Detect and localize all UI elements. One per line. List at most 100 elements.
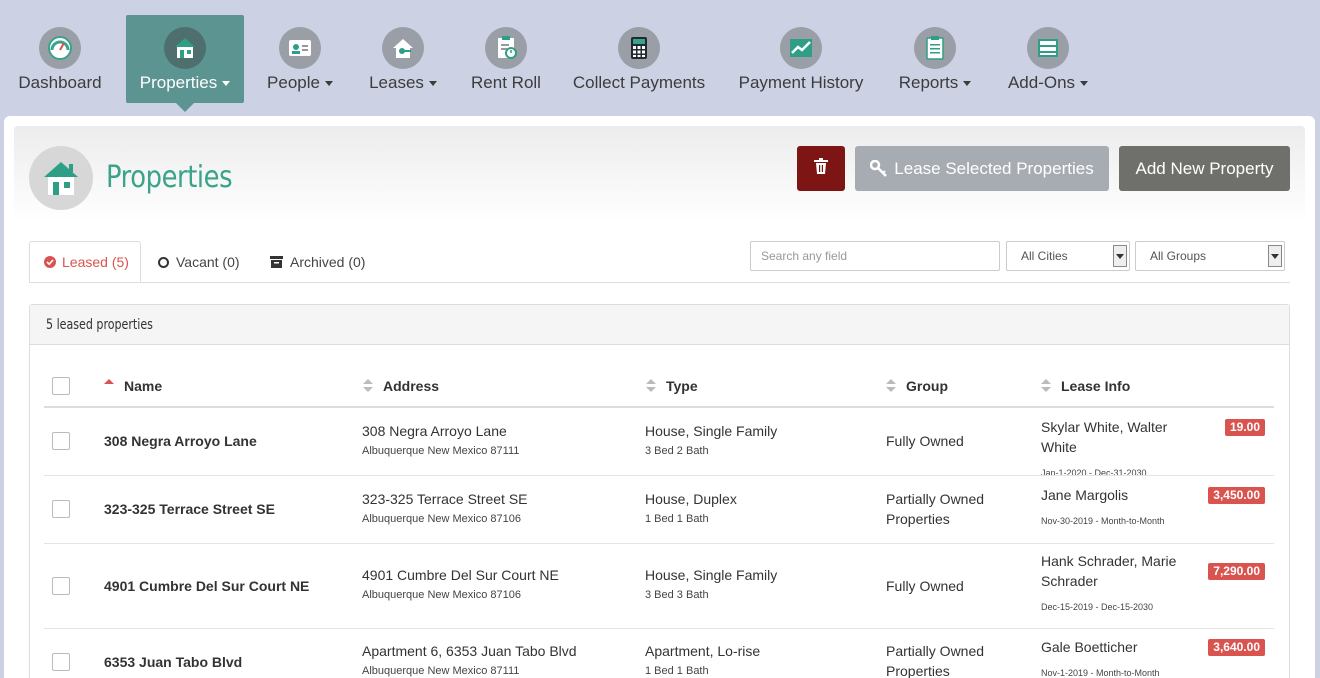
row-lease-info[interactable]: Skylar White, Walter White Jan-1-2020 - D… [1041,417,1206,483]
rent-badge: 19.00 [1224,419,1265,436]
chevron-down-icon [222,81,231,87]
column-header-label: Address [383,378,440,394]
group-select[interactable]: All Groups [1135,241,1285,271]
lease-tenants: Hank Schrader, Marie Schrader [1041,553,1177,589]
column-header-type[interactable]: Type [646,378,698,394]
circle-outline-icon [158,256,169,268]
chevron-down-icon [324,81,333,87]
row-checkbox[interactable] [52,653,70,671]
row-checkbox[interactable] [52,577,70,595]
row-name[interactable]: 323-325 Terrace Street SE [104,501,275,517]
sort-asc-icon [104,379,114,393]
delete-button[interactable] [797,146,845,191]
nav-dashboard[interactable]: Dashboard [10,15,110,103]
properties-table: 5 leased properties Name Address Type Gr… [29,304,1290,678]
address-city: Albuquerque New Mexico 87111 [362,445,520,457]
tab-archived[interactable]: Archived (0) [270,241,365,283]
sort-icon [1041,379,1051,393]
nav-collect-payments[interactable]: Collect Payments [568,15,710,103]
row-lease-info[interactable]: Gale Boetticher Nov-1-2019 - Month-to-Mon… [1041,637,1206,678]
row-group: Fully Owned [886,433,964,449]
page-title: Properties [106,160,233,195]
group-select-value: All Groups [1150,249,1207,263]
rent-badge: 3,450.00 [1208,487,1265,504]
add-new-property-button[interactable]: Add New Property [1119,146,1290,191]
row-lease-info[interactable]: Hank Schrader, Marie Schrader Dec-15-2019… [1041,551,1191,617]
nav-people[interactable]: People [260,15,340,103]
city-select[interactable]: All Cities [1006,241,1130,271]
column-header-label: Type [666,378,698,394]
nav-label: Collect Payments [572,73,706,92]
chevron-down-icon [1113,245,1127,267]
sort-icon [886,379,896,393]
column-header-address[interactable]: Address [363,378,439,394]
row-name[interactable]: 308 Negra Arroyo Lane [104,433,257,449]
column-header-name[interactable]: Name [104,378,162,394]
table-summary-text: 5 leased properties [46,317,153,333]
row-group: Partially Owned Properties [886,491,985,527]
lease-tenants: Gale Boetticher [1041,639,1138,655]
column-header-label: Lease Info [1061,378,1131,394]
row-type: Apartment, Lo-rise 1 Bed 1 Bath [645,643,760,677]
row-name[interactable]: 6353 Juan Tabo Blvd [104,654,242,670]
row-name[interactable]: 4901 Cumbre Del Sur Court NE [104,578,309,594]
nav-label: Properties [139,73,218,92]
column-header-label: Group [906,378,948,394]
key-icon [870,159,888,178]
column-header-lease-info[interactable]: Lease Info [1041,378,1130,394]
nav-leases[interactable]: Leases [362,15,444,103]
column-header-group[interactable]: Group [886,378,948,394]
select-all-checkbox[interactable] [52,377,70,395]
nav-label: Reports [898,73,959,92]
lease-dates: Jan-1-2020 - Dec-31-2030 [1041,468,1147,478]
row-checkbox[interactable] [52,500,70,518]
row-checkbox[interactable] [52,432,70,450]
tabs-divider [29,282,1290,283]
nav-properties[interactable]: Properties [126,15,244,112]
rooms-line: 3 Bed 2 Bath [645,445,709,457]
tab-vacant[interactable]: Vacant (0) [158,241,240,283]
nav-rent-roll[interactable]: Rent Roll [466,15,546,103]
address-line: 4901 Cumbre Del Sur Court NE [362,567,559,583]
address-city: Albuquerque New Mexico 87111 [362,665,520,677]
row-address: Apartment 6, 6353 Juan Tabo Blvd Albuquer… [362,643,577,677]
rent-badge: 3,640.00 [1208,639,1265,656]
house-icon [29,146,93,210]
row-type: House, Single Family 3 Bed 3 Bath [645,567,777,601]
chevron-down-icon [1080,81,1089,87]
main-nav: Dashboard Properties People Leases Rent … [0,0,1320,116]
table-summary: 5 leased properties [30,305,1289,345]
lease-selected-button[interactable]: Lease Selected Properties [855,146,1109,191]
tab-label: Vacant (0) [176,254,240,270]
tab-leased[interactable]: Leased (5) [29,241,141,283]
sort-icon [646,379,656,393]
tab-label: Leased (5) [62,254,129,270]
city-select-value: All Cities [1021,249,1068,263]
nav-reports[interactable]: Reports [892,15,978,103]
nav-add-ons[interactable]: Add-Ons [1000,15,1096,103]
type-line: House, Single Family [645,423,778,439]
nav-label: Payment History [738,73,864,92]
nav-payment-history[interactable]: Payment History [732,15,870,103]
row-divider [44,628,1274,629]
nav-label: Leases [369,73,424,92]
calculator-icon [618,27,660,69]
address-line: 323-325 Terrace Street SE [362,491,528,507]
type-line: House, Single Family [645,567,778,583]
row-divider [44,543,1274,544]
type-line: House, Duplex [645,491,737,507]
nav-label: Dashboard [18,73,102,92]
type-line: Apartment, Lo-rise [645,643,761,659]
search-input[interactable] [750,241,1000,271]
nav-label: Add-Ons [1007,73,1076,92]
house-icon [164,27,206,69]
row-type: House, Duplex 1 Bed 1 Bath [645,491,737,525]
lease-tenants: Jane Margolis [1041,487,1129,503]
sort-icon [363,379,373,393]
tab-label: Archived (0) [290,254,366,270]
row-group: Partially Owned Properties [886,643,985,678]
row-lease-info[interactable]: Jane Margolis Nov-30-2019 - Month-to-Mont… [1041,485,1206,531]
main-panel: Properties Lease Selected Properties Add… [4,116,1315,678]
gauge-icon [39,27,81,69]
row-type: House, Single Family 3 Bed 2 Bath [645,423,777,457]
